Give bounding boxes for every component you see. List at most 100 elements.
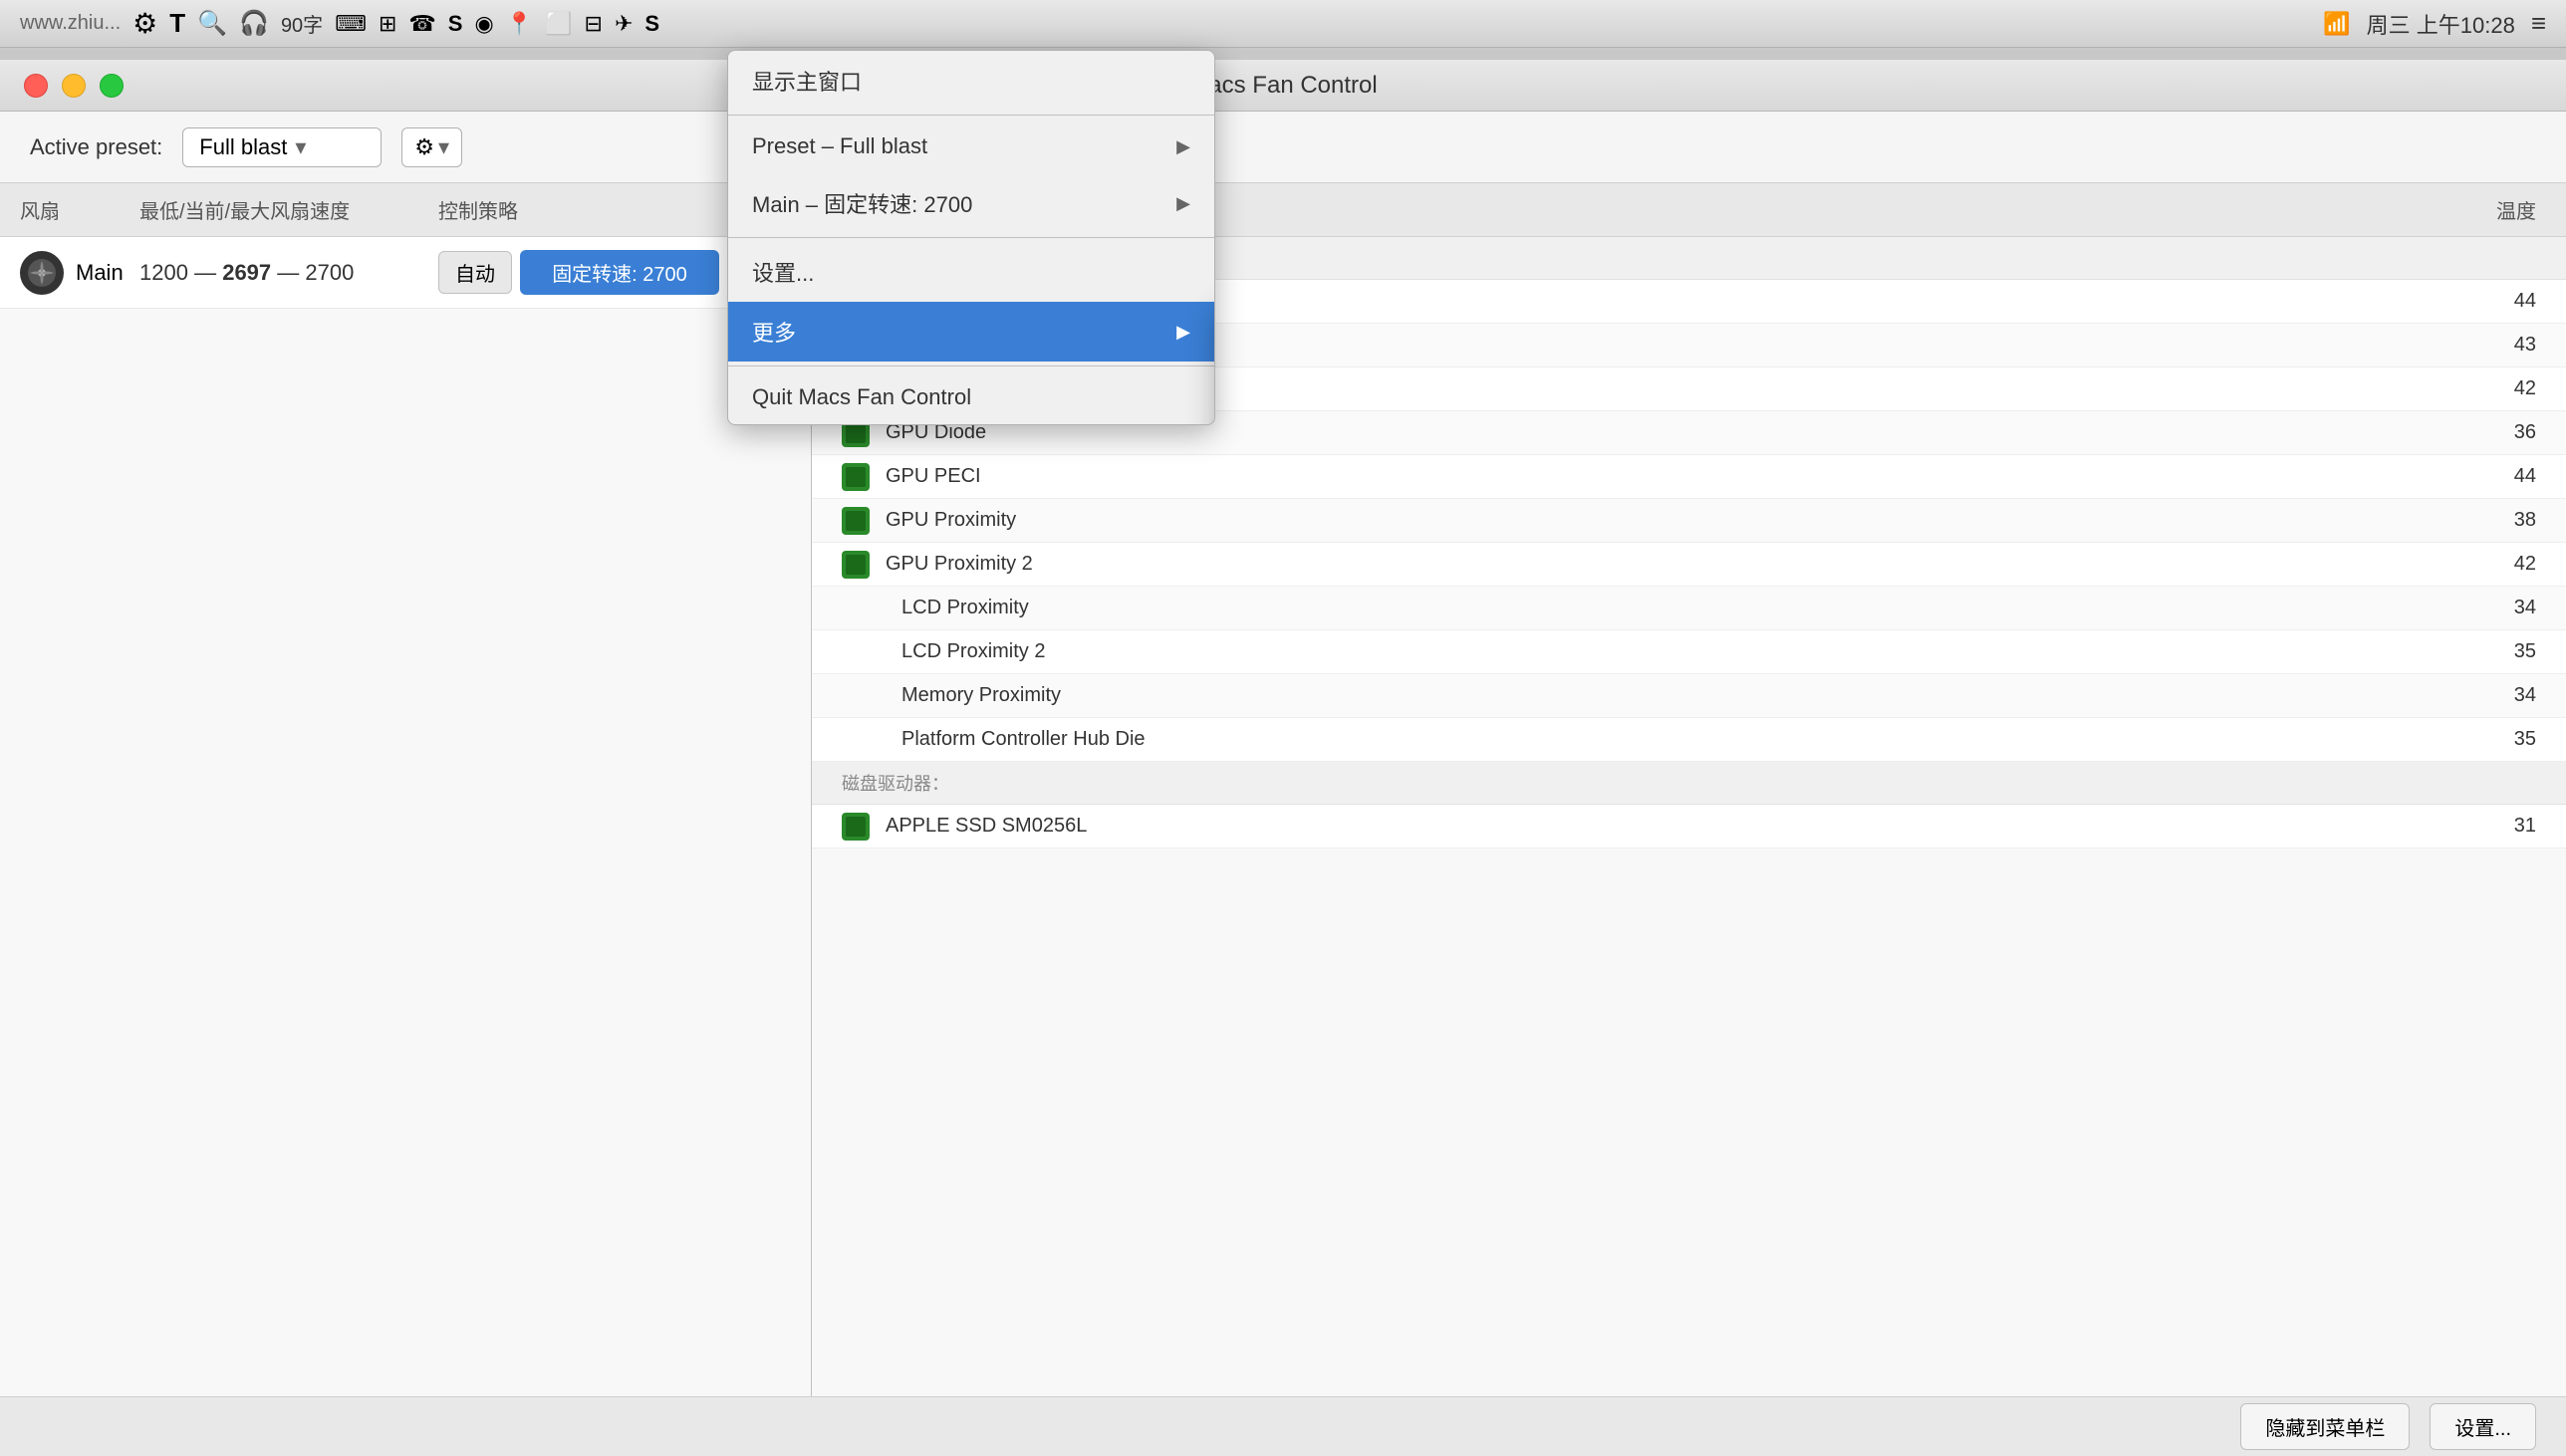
menubar: www.zhiu... ⚙ T 🔍 🎧 90字 ⌨ ⊞ ☎ S ◉ 📍 ⬜ ⊟ … [0,0,2566,48]
menu-item-settings[interactable]: 设置... [728,242,1214,302]
square-icon[interactable]: ⬜ [545,11,572,37]
minimize-button[interactable] [62,74,86,98]
menu-item-preset[interactable]: Preset – Full blast ▶ [728,120,1214,173]
plane-icon[interactable]: ✈ [615,11,633,37]
headphone-icon[interactable]: 🎧 [239,9,269,38]
char-count: 90字 [281,9,323,38]
auto-label: 自动 [455,264,495,286]
auto-button[interactable]: 自动 [438,251,512,294]
gear-icon: ⚙ [414,134,434,160]
preset-dropdown[interactable]: Full blast ▾ [182,127,382,167]
fan-info: Main [20,251,139,295]
search-icon[interactable]: 🔍 [197,9,227,38]
list-item[interactable]: GPU Proximity 2 42 [812,543,2566,587]
fan-speed: 1200 — 2697 — 2700 [139,260,438,286]
keyboard-icon[interactable]: ⌨ [335,11,367,37]
sensor-temp: 42 [2476,377,2536,400]
fan-name: Main [76,260,124,286]
pin-icon[interactable]: 📍 [506,11,533,37]
menubar-left: www.zhiu... ⚙ T 🔍 🎧 90字 ⌨ ⊞ ☎ S ◉ 📍 ⬜ ⊟ … [20,7,659,40]
menu-separator [728,237,1214,238]
submenu-arrow-icon: ▶ [1176,136,1190,157]
list-item[interactable]: Memory Proximity 34 [812,674,2566,718]
sensor-name: APPLE SSD SM0256L [886,815,2476,838]
col-fan-header: 风扇 [20,195,139,224]
sensor-chip-icon [842,551,870,579]
menu-item-label: Main – 固定转速: 2700 [752,187,972,219]
speed-current: 2697 [222,260,271,285]
sensor-name: GPU Proximity [886,509,2476,532]
sensor-temp: 42 [2476,553,2536,576]
menu-item-label: 设置... [752,256,814,288]
menu-item-label: Preset – Full blast [752,133,927,159]
sensor-name: GPU Proximity 2 [886,553,2476,576]
traffic-lights [24,74,124,98]
sensor-temp: 35 [2476,728,2536,751]
list-item[interactable]: LCD Proximity 2 35 [812,630,2566,674]
submenu-arrow-icon: ▶ [1176,322,1190,343]
speed-separator2: — [277,260,305,285]
close-button[interactable] [24,74,48,98]
sensor-temp: 34 [2476,684,2536,707]
hide-menubar-button[interactable]: 隐藏到菜单栏 [2240,1403,2410,1450]
settings-button[interactable]: 设置... [2430,1403,2536,1450]
content-area: 风扇 最低/当前/最大风扇速度 控制策略 Main 1200 — 2697 — … [0,183,2566,1396]
window-title: Macs Fan Control [1188,72,1377,100]
speed-max: 2700 [305,260,354,285]
list-item[interactable]: Platform Controller Hub Die 35 [812,718,2566,762]
wifi-icon[interactable]: 📶 [2323,11,2350,37]
app-window: Macs Fan Control Active preset: Full bla… [0,60,2566,1456]
sensor-chip-icon [842,813,870,841]
menu-item-label: 显示主窗口 [752,65,862,97]
sensor-temp: 44 [2476,290,2536,313]
sensor-name: Platform Controller Hub Die [901,728,2476,751]
menu-item-quit[interactable]: Quit Macs Fan Control [728,370,1214,424]
bottom-bar: 隐藏到菜单栏 设置... [0,1396,2566,1456]
minus-square-icon[interactable]: ⊟ [585,11,603,37]
sensor-name: LCD Proximity 2 [901,640,2476,663]
menu-item-show-window[interactable]: 显示主窗口 [728,51,1214,111]
sensor-name: Memory Proximity [901,684,2476,707]
sensor-temp: 35 [2476,640,2536,663]
list-item[interactable]: GPU PECI 44 [812,455,2566,499]
maximize-button[interactable] [100,74,124,98]
menu-item-more[interactable]: 更多 ▶ 关于... 检查更新... 拷贝技术信息 在 MacUpdate 评价 [728,302,1214,362]
sensor-temp: 43 [2476,334,2536,357]
menu-item-label: Quit Macs Fan Control [752,384,971,410]
grid-icon[interactable]: ⊞ [379,11,396,37]
fan-panel: 风扇 最低/当前/最大风扇速度 控制策略 Main 1200 — 2697 — … [0,183,812,1396]
menu-separator [728,365,1214,366]
list-icon[interactable]: ≡ [2531,8,2546,39]
submenu-arrow-icon: ▶ [1176,193,1190,214]
toolbar: Active preset: Full blast ▾ ⚙ ▾ [0,112,2566,183]
sensor-name: LCD Proximity [901,597,2476,619]
sensor-chip-icon [842,507,870,535]
dot-icon[interactable]: ◉ [474,11,493,37]
sensor-temp: 34 [2476,597,2536,619]
phone-icon[interactable]: ☎ [408,11,435,37]
table-row: Main 1200 — 2697 — 2700 自动 固定转速: 2700 [0,237,811,309]
menu-item-main[interactable]: Main – 固定转速: 2700 ▶ [728,173,1214,233]
preset-value: Full blast [199,134,287,160]
gear-settings-button[interactable]: ⚙ ▾ [401,127,462,167]
list-item[interactable]: GPU Proximity 38 [812,499,2566,543]
col-speed-header: 最低/当前/最大风扇速度 [139,195,438,224]
text-icon[interactable]: T [169,8,185,39]
sensor-temp: 44 [2476,465,2536,488]
app-icon[interactable]: ⚙ [132,7,157,40]
menubar-right: 📶 周三 上午10:28 ≡ [2323,8,2546,40]
datetime-label: 周三 上午10:28 [2367,8,2515,40]
list-item[interactable]: APPLE SSD SM0256L 31 [812,805,2566,849]
sensor-name: GPU PECI [886,465,2476,488]
list-item[interactable]: LCD Proximity 34 [812,587,2566,630]
sensor-chip-icon [842,463,870,491]
sensor-temp: 38 [2476,509,2536,532]
s-icon-2[interactable]: S [644,11,659,37]
gear-dropdown-arrow-icon: ▾ [438,134,449,160]
preset-label: Active preset: [30,134,162,160]
titlebar: Macs Fan Control [0,60,2566,112]
sensor-section-disk: 磁盘驱动器： [812,762,2566,805]
fan-table-header: 风扇 最低/当前/最大风扇速度 控制策略 [0,183,811,237]
s-icon-1[interactable]: S [448,11,463,37]
fixed-speed-button[interactable]: 固定转速: 2700 [520,250,719,295]
